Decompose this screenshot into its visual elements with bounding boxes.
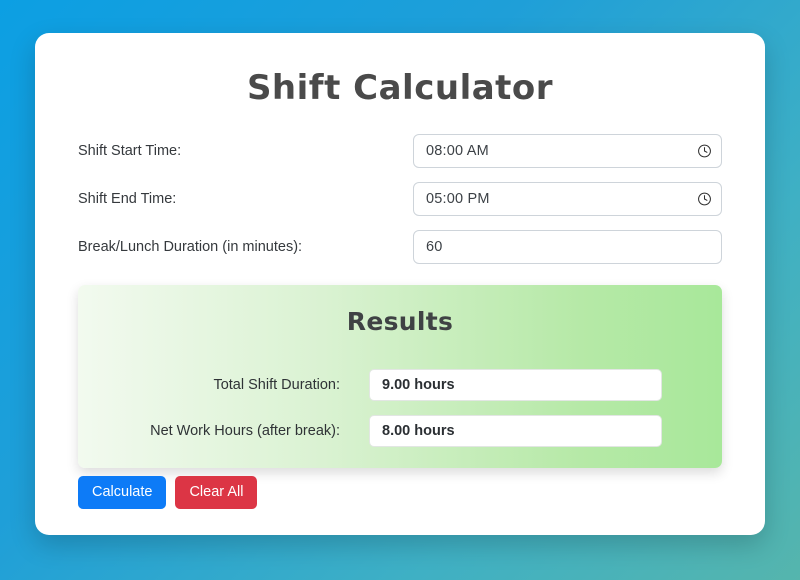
clock-icon[interactable] <box>697 144 712 159</box>
net-work-hours-output: 8.00 hours <box>369 415 662 447</box>
form-row-shift-end-time: Shift End Time: 05:00 PM <box>78 182 722 216</box>
label-net-work-hours: Net Work Hours (after break): <box>150 423 340 439</box>
shift-calculator-card: Shift Calculator Shift Start Time: 08:00… <box>35 33 765 535</box>
result-row-net-work-hours: Net Work Hours (after break): 8.00 hours <box>78 415 722 447</box>
results-title: Results <box>346 307 454 336</box>
label-total-shift-duration: Total Shift Duration: <box>213 377 340 393</box>
app-background: Shift Calculator Shift Start Time: 08:00… <box>0 0 800 580</box>
button-bar: Calculate Clear All <box>78 476 258 509</box>
page-title: Shift Calculator <box>246 68 554 108</box>
label-shift-start-time: Shift Start Time: <box>78 143 182 159</box>
shift-end-time-input[interactable]: 05:00 PM <box>413 182 722 216</box>
total-shift-duration-value: 9.00 hours <box>382 377 455 393</box>
shift-start-time-input[interactable]: 08:00 AM <box>413 134 722 168</box>
label-shift-end-time: Shift End Time: <box>78 191 177 207</box>
break-duration-input[interactable]: 60 <box>413 230 722 264</box>
shift-start-time-value: 08:00 AM <box>426 143 489 159</box>
net-work-hours-value: 8.00 hours <box>382 423 455 439</box>
break-duration-value: 60 <box>426 239 443 255</box>
clear-all-button[interactable]: Clear All <box>175 476 258 509</box>
total-shift-duration-output: 9.00 hours <box>369 369 662 401</box>
result-row-total-shift-duration: Total Shift Duration: 9.00 hours <box>78 369 722 401</box>
label-break-duration: Break/Lunch Duration (in minutes): <box>78 239 303 255</box>
shift-end-time-value: 05:00 PM <box>426 191 490 207</box>
calculate-button[interactable]: Calculate <box>78 476 167 509</box>
form-row-shift-start-time: Shift Start Time: 08:00 AM <box>78 134 722 168</box>
results-panel: Results Total Shift Duration: 9.00 hours… <box>78 285 722 468</box>
clock-icon[interactable] <box>697 192 712 207</box>
form-row-break-duration: Break/Lunch Duration (in minutes): 60 <box>78 230 722 264</box>
